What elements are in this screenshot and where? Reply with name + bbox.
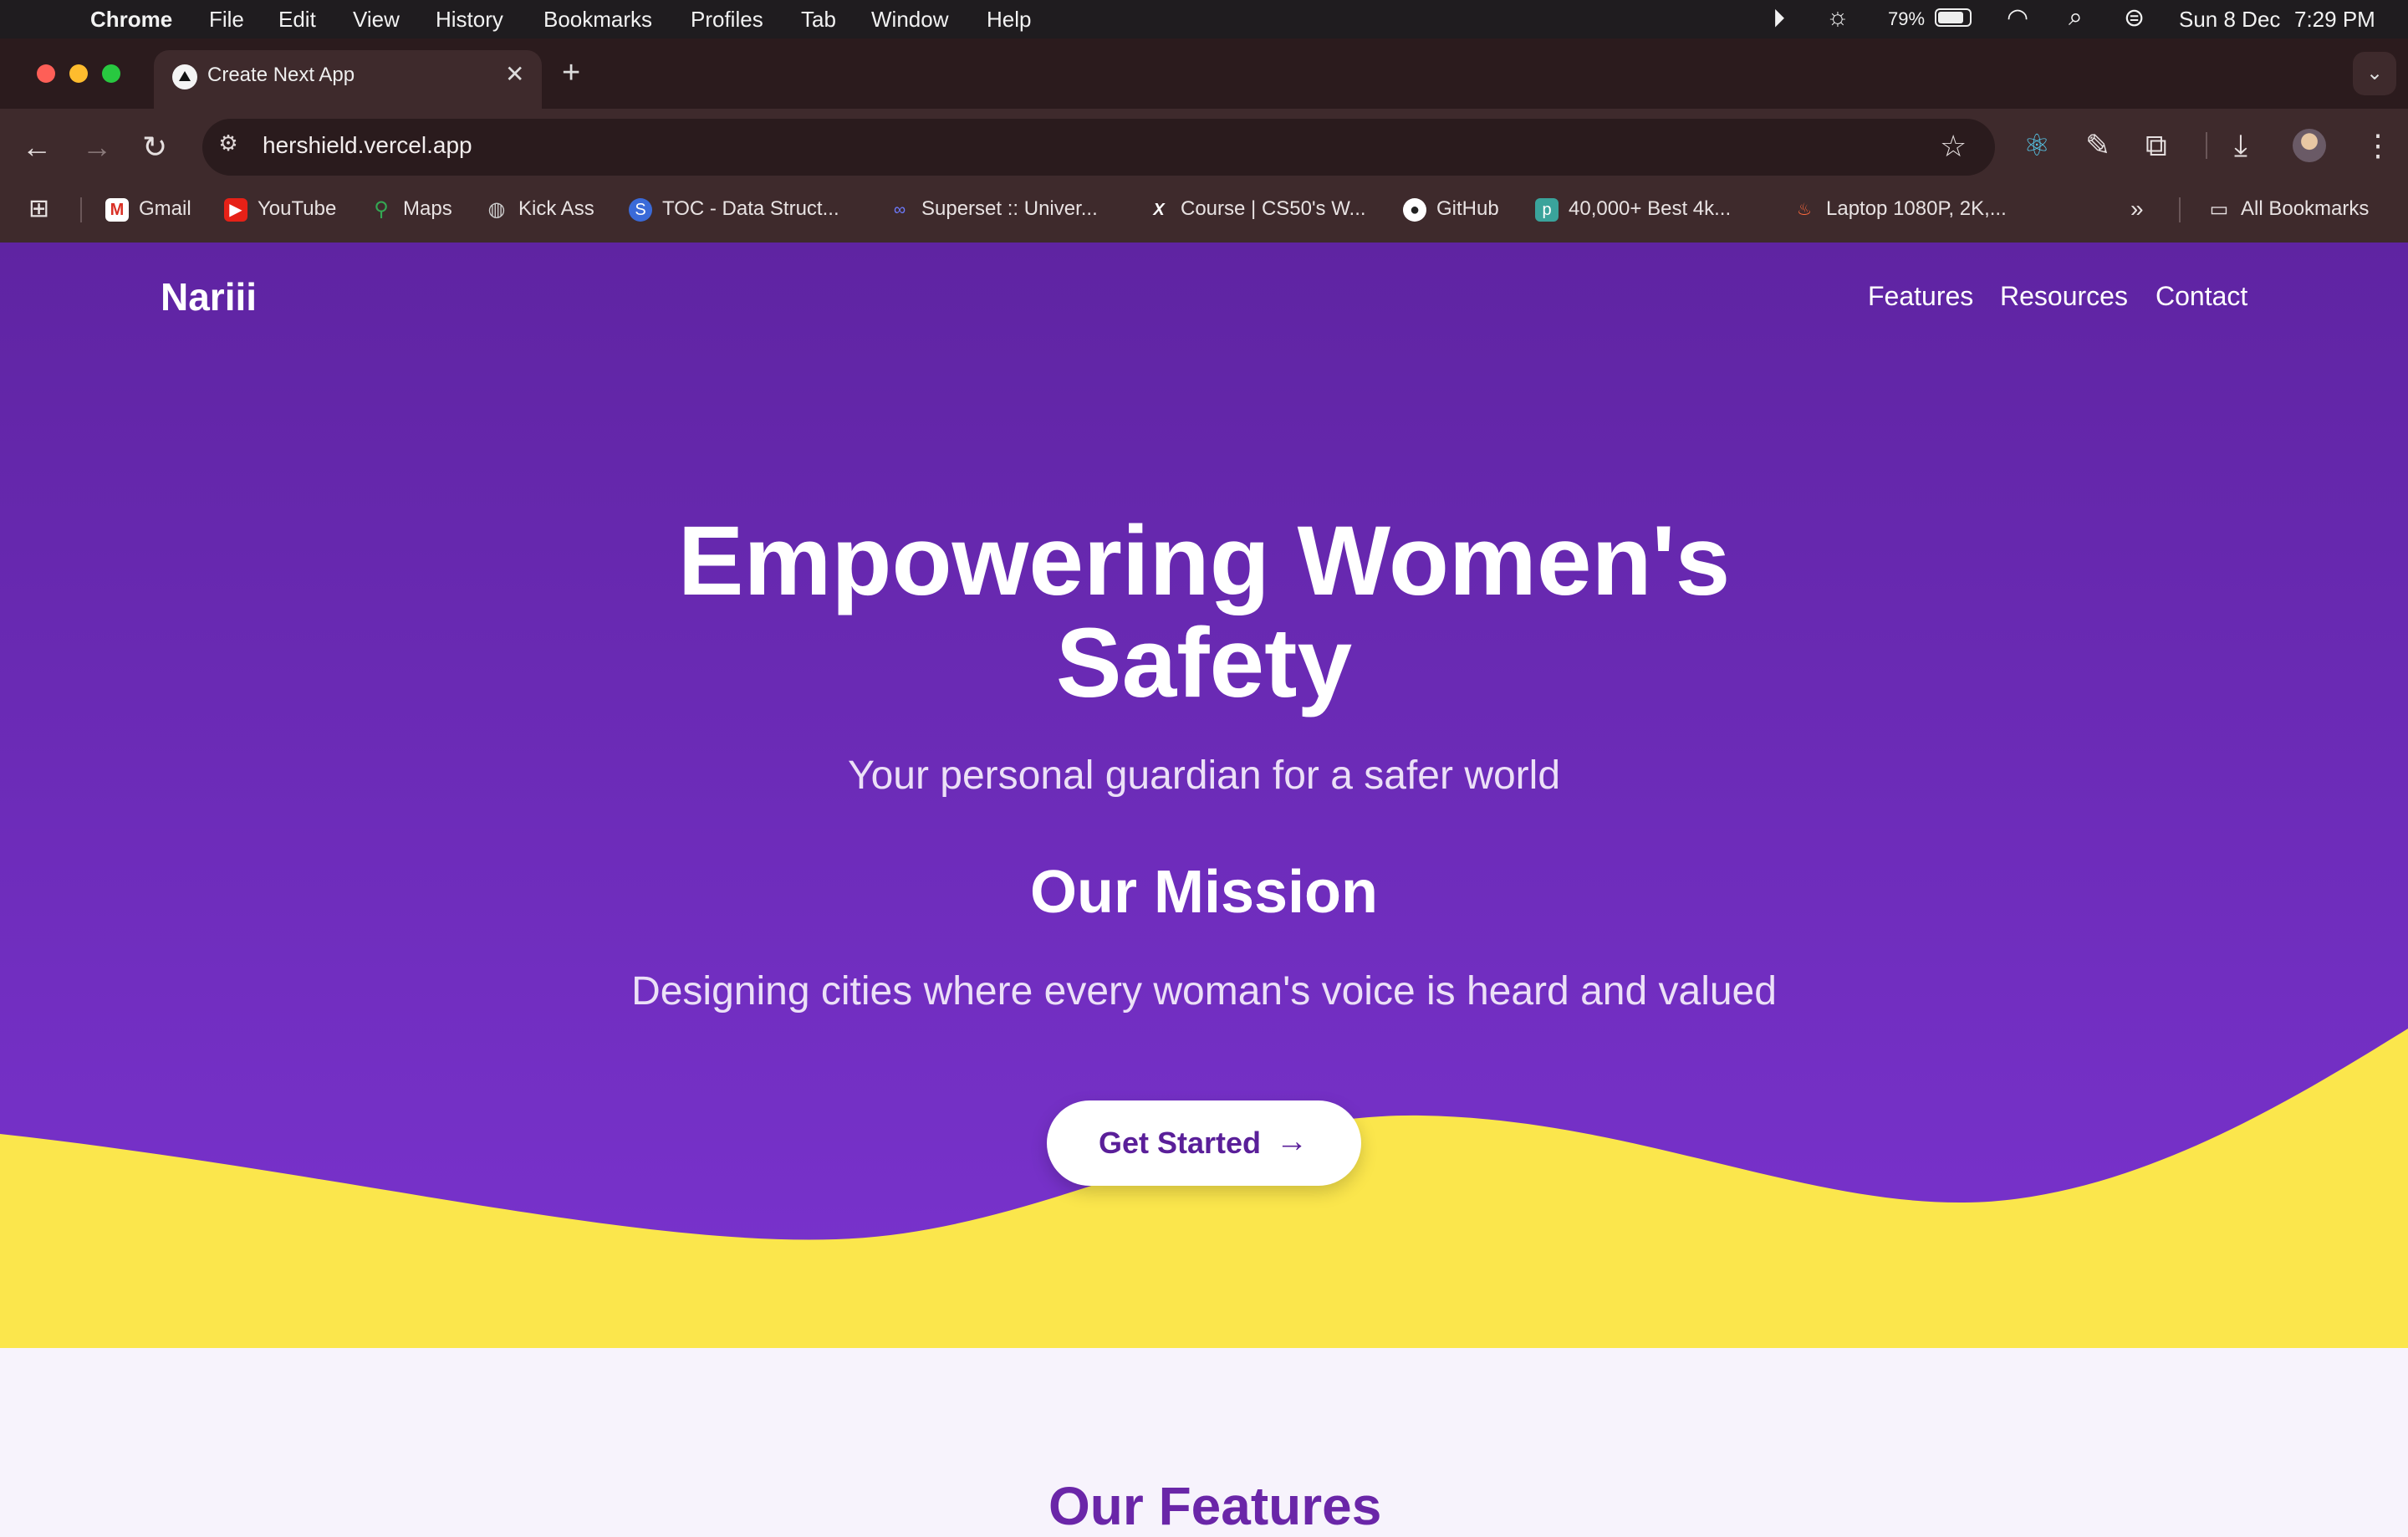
bookmark-github[interactable]: ● GitHub (1403, 197, 1499, 222)
youtube-icon: ▶ (224, 197, 247, 222)
wallpaper-site-icon: p (1535, 197, 1559, 222)
react-devtools-icon[interactable]: ⚛ (2023, 129, 2050, 162)
wifi-icon[interactable]: ◠ (2007, 3, 2028, 33)
bookmark-label: TOC - Data Struct... (662, 197, 839, 220)
color-picker-icon[interactable]: ✎ (2085, 129, 2110, 162)
menu-date[interactable]: Sun 8 Dec (2179, 7, 2280, 33)
get-started-label: Get Started (1099, 1126, 1262, 1160)
battery-icon[interactable] (1935, 8, 1972, 27)
bookmark-label: Gmail (139, 197, 191, 220)
maps-pin-icon: ⚲ (374, 197, 389, 221)
flame-icon: ♨ (1797, 200, 1812, 219)
arrow-right-icon: → (1276, 1124, 1308, 1159)
superset-icon: ∞ (893, 200, 906, 219)
bookmark-star-icon[interactable]: ☆ (1940, 129, 1967, 164)
media-play-icon[interactable]: ⏵ (1773, 5, 1785, 33)
menu-history[interactable]: History (436, 7, 503, 33)
bookmark-maps[interactable]: ⚲ Maps (370, 197, 452, 222)
menu-window[interactable]: Window (871, 7, 948, 33)
menu-edit[interactable]: Edit (278, 7, 316, 33)
vercel-favicon-icon (172, 64, 197, 89)
bookmark-label: Superset :: Univer... (921, 197, 1098, 220)
all-bookmarks[interactable]: ▭ All Bookmarks (2207, 197, 2370, 222)
menu-time[interactable]: 7:29 PM (2294, 7, 2375, 33)
globe-icon: ◍ (487, 197, 506, 221)
folder-icon: ▭ (2209, 197, 2229, 221)
window-minimize-button[interactable] (69, 64, 88, 83)
bookmarks-divider (2179, 197, 2181, 222)
bookmark-label: GitHub (1436, 197, 1499, 220)
chrome-menu-kebab-icon[interactable]: ⋮ (2363, 129, 2393, 162)
bookmark-cs50[interactable]: X Course | CS50's W... (1147, 197, 1366, 222)
bookmark-label: 40,000+ Best 4k... (1569, 197, 1732, 220)
menu-app-name[interactable]: Chrome (90, 7, 172, 33)
hero-headline-line1: Empowering Women's (677, 506, 1731, 616)
nav-contact-link[interactable]: Contact (2155, 281, 2247, 312)
bookmarks-divider (80, 197, 82, 222)
control-center-icon[interactable]: ⊜ (2124, 3, 2145, 33)
bookmark-label: Maps (403, 197, 452, 220)
gmail-icon: M (105, 197, 129, 222)
bookmark-kick-ass[interactable]: ◍ Kick Ass (485, 197, 594, 222)
profile-avatar[interactable] (2293, 129, 2326, 162)
github-icon: ● (1403, 197, 1426, 222)
bookmark-wallpapers[interactable]: p 40,000+ Best 4k... (1535, 197, 1731, 222)
mission-text: Designing cities where every woman's voi… (631, 969, 1777, 1014)
bookmark-label: Course | CS50's W... (1181, 197, 1366, 220)
bookmark-toc[interactable]: S TOC - Data Struct... (629, 197, 839, 222)
display-brightness-icon[interactable]: ☼ (1826, 3, 1849, 32)
menu-bookmarks[interactable]: Bookmarks (543, 7, 652, 33)
nav-features-link[interactable]: Features (1868, 281, 1973, 312)
mission-heading: Our Mission (1029, 859, 1379, 926)
hero-headline: Empowering Women's Safety (452, 510, 1956, 714)
bookmark-label: Laptop 1080P, 2K,... (1826, 197, 2007, 220)
more-bookmarks-chevron-icon[interactable]: » (2130, 196, 2144, 222)
new-tab-icon[interactable]: + (562, 55, 580, 91)
bookmark-laptop[interactable]: ♨ Laptop 1080P, 2K,... (1793, 197, 2007, 222)
close-tab-icon[interactable]: ✕ (505, 60, 524, 88)
all-bookmarks-label: All Bookmarks (2241, 197, 2370, 220)
features-heading: Our Features (1048, 1476, 1382, 1536)
menu-file[interactable]: File (209, 7, 244, 33)
bookmark-superset[interactable]: ∞ Superset :: Univer... (888, 197, 1098, 222)
toolbar-divider (2206, 132, 2207, 159)
downloads-icon[interactable]: ⤓ (2234, 129, 2247, 162)
bookmark-label: YouTube (258, 197, 337, 220)
back-arrow-icon[interactable]: ← (22, 130, 52, 164)
bookmark-label: Kick Ass (518, 197, 594, 220)
apps-grid-icon[interactable]: ⊞ (28, 194, 49, 223)
window-close-button[interactable] (37, 64, 55, 83)
forward-arrow-icon[interactable]: → (82, 130, 112, 164)
url-text[interactable]: hershield.vercel.app (263, 132, 472, 159)
reload-icon[interactable]: ↻ (142, 130, 167, 164)
hero-tagline: Your personal guardian for a safer world (847, 753, 1561, 798)
menu-view[interactable]: View (353, 7, 400, 33)
tab-title: Create Next App (207, 64, 355, 86)
site-logo[interactable]: Nariii (161, 274, 257, 319)
extensions-puzzle-icon[interactable]: ⧉ (2145, 129, 2167, 162)
hero-headline-line2: Safety (1055, 608, 1353, 718)
menu-help[interactable]: Help (987, 7, 1031, 33)
menu-tab[interactable]: Tab (801, 7, 836, 33)
window-maximize-button[interactable] (102, 64, 120, 83)
bookmark-youtube[interactable]: ▶ YouTube (224, 197, 336, 222)
spotlight-search-icon[interactable]: ⌕ (2069, 3, 2083, 32)
toc-site-icon: S (629, 197, 652, 222)
tab-search-chevron-icon[interactable]: ⌄ (2353, 52, 2396, 95)
cs50-x-icon: X (1153, 200, 1165, 219)
battery-percent: 79% (1888, 8, 1926, 29)
macos-menu-bar: Chrome File Edit View History Bookmarks … (0, 0, 2408, 38)
site-settings-icon[interactable]: ⚙ (216, 130, 241, 156)
nav-resources-link[interactable]: Resources (2000, 281, 2128, 312)
bookmark-gmail[interactable]: M Gmail (105, 197, 191, 222)
menu-profiles[interactable]: Profiles (691, 7, 763, 33)
